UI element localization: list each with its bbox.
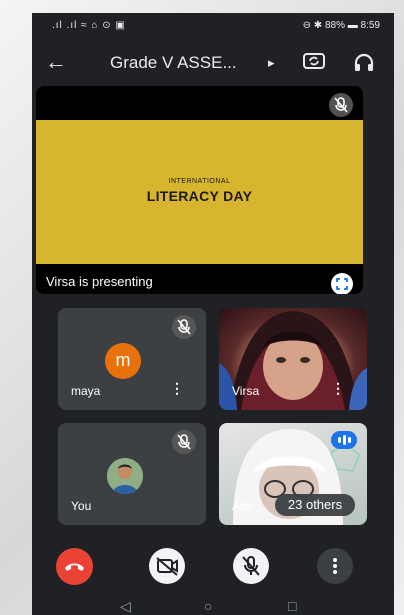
presentation-tile[interactable]: INTERNATIONAL LITERACY DAY Virsa is pres… <box>36 86 363 294</box>
status-bar: .ıl .ıl ≈ ⌂ ⊙ ▣ ⊖ ✱ 88% ▬ 8:59 <box>32 13 394 39</box>
presenter-label: Virsa is presenting <box>46 274 153 289</box>
nav-recents-icon[interactable]: □ <box>288 598 296 614</box>
slide-subtitle: INTERNATIONAL <box>168 178 231 185</box>
status-right: ⊖ ✱ 88% ▬ 8:59 <box>302 20 380 31</box>
participant-name: Adri <box>232 499 254 513</box>
triangle-right-icon[interactable]: ▸ <box>268 55 275 71</box>
headphones-icon[interactable] <box>352 51 376 73</box>
participant-tile-maya[interactable]: m maya ⋮ <box>58 308 206 410</box>
status-left-icons: .ıl .ıl ≈ ⌂ ⊙ ▣ <box>52 20 126 31</box>
more-vert-icon[interactable]: ⋮ <box>331 380 345 397</box>
nav-home-icon[interactable]: ○ <box>204 598 212 614</box>
participant-tile-you[interactable]: You <box>58 423 206 525</box>
mic-off-icon <box>242 556 260 576</box>
speaking-indicator-icon <box>331 431 357 449</box>
meeting-title[interactable]: Grade V ASSE... <box>110 53 237 73</box>
mic-off-icon <box>172 315 196 339</box>
end-call-button[interactable] <box>56 548 93 585</box>
more-vert-icon <box>333 558 337 574</box>
android-nav-bar: ◁ ○ □ <box>32 598 394 615</box>
video-off-icon <box>156 557 178 576</box>
avatar: m <box>105 343 141 379</box>
more-vert-icon[interactable]: ⋮ <box>170 380 184 397</box>
back-arrow-icon[interactable]: ← <box>42 49 70 75</box>
shared-slide: INTERNATIONAL LITERACY DAY <box>36 120 363 264</box>
call-controls <box>32 548 394 588</box>
participant-name: Virsa <box>232 384 260 398</box>
mic-off-icon <box>329 93 353 117</box>
fullscreen-icon <box>336 278 348 290</box>
camera-toggle-button[interactable] <box>149 548 185 584</box>
slide-title: LITERACY DAY <box>146 188 253 204</box>
nav-back-icon[interactable]: ◁ <box>120 598 131 615</box>
mic-off-icon <box>172 430 196 454</box>
participant-tile-adri[interactable]: Adri 23 others <box>219 423 367 525</box>
phone-screen: .ıl .ıl ≈ ⌂ ⊙ ▣ ⊖ ✱ 88% ▬ 8:59 ← Grade V… <box>32 13 394 615</box>
microphone-toggle-button[interactable] <box>233 548 269 584</box>
participant-tile-virsa[interactable]: Virsa ⋮ <box>219 308 367 410</box>
switch-camera-icon[interactable] <box>302 51 326 71</box>
participant-name: You <box>71 499 92 513</box>
end-call-icon <box>65 563 84 571</box>
fullscreen-button[interactable] <box>331 273 353 294</box>
others-count-pill[interactable]: 23 others <box>275 494 355 516</box>
more-options-button[interactable] <box>317 548 353 584</box>
avatar <box>107 458 143 494</box>
participant-name: maya <box>71 384 101 398</box>
meeting-header: ← Grade V ASSE... ▸ <box>32 43 394 83</box>
